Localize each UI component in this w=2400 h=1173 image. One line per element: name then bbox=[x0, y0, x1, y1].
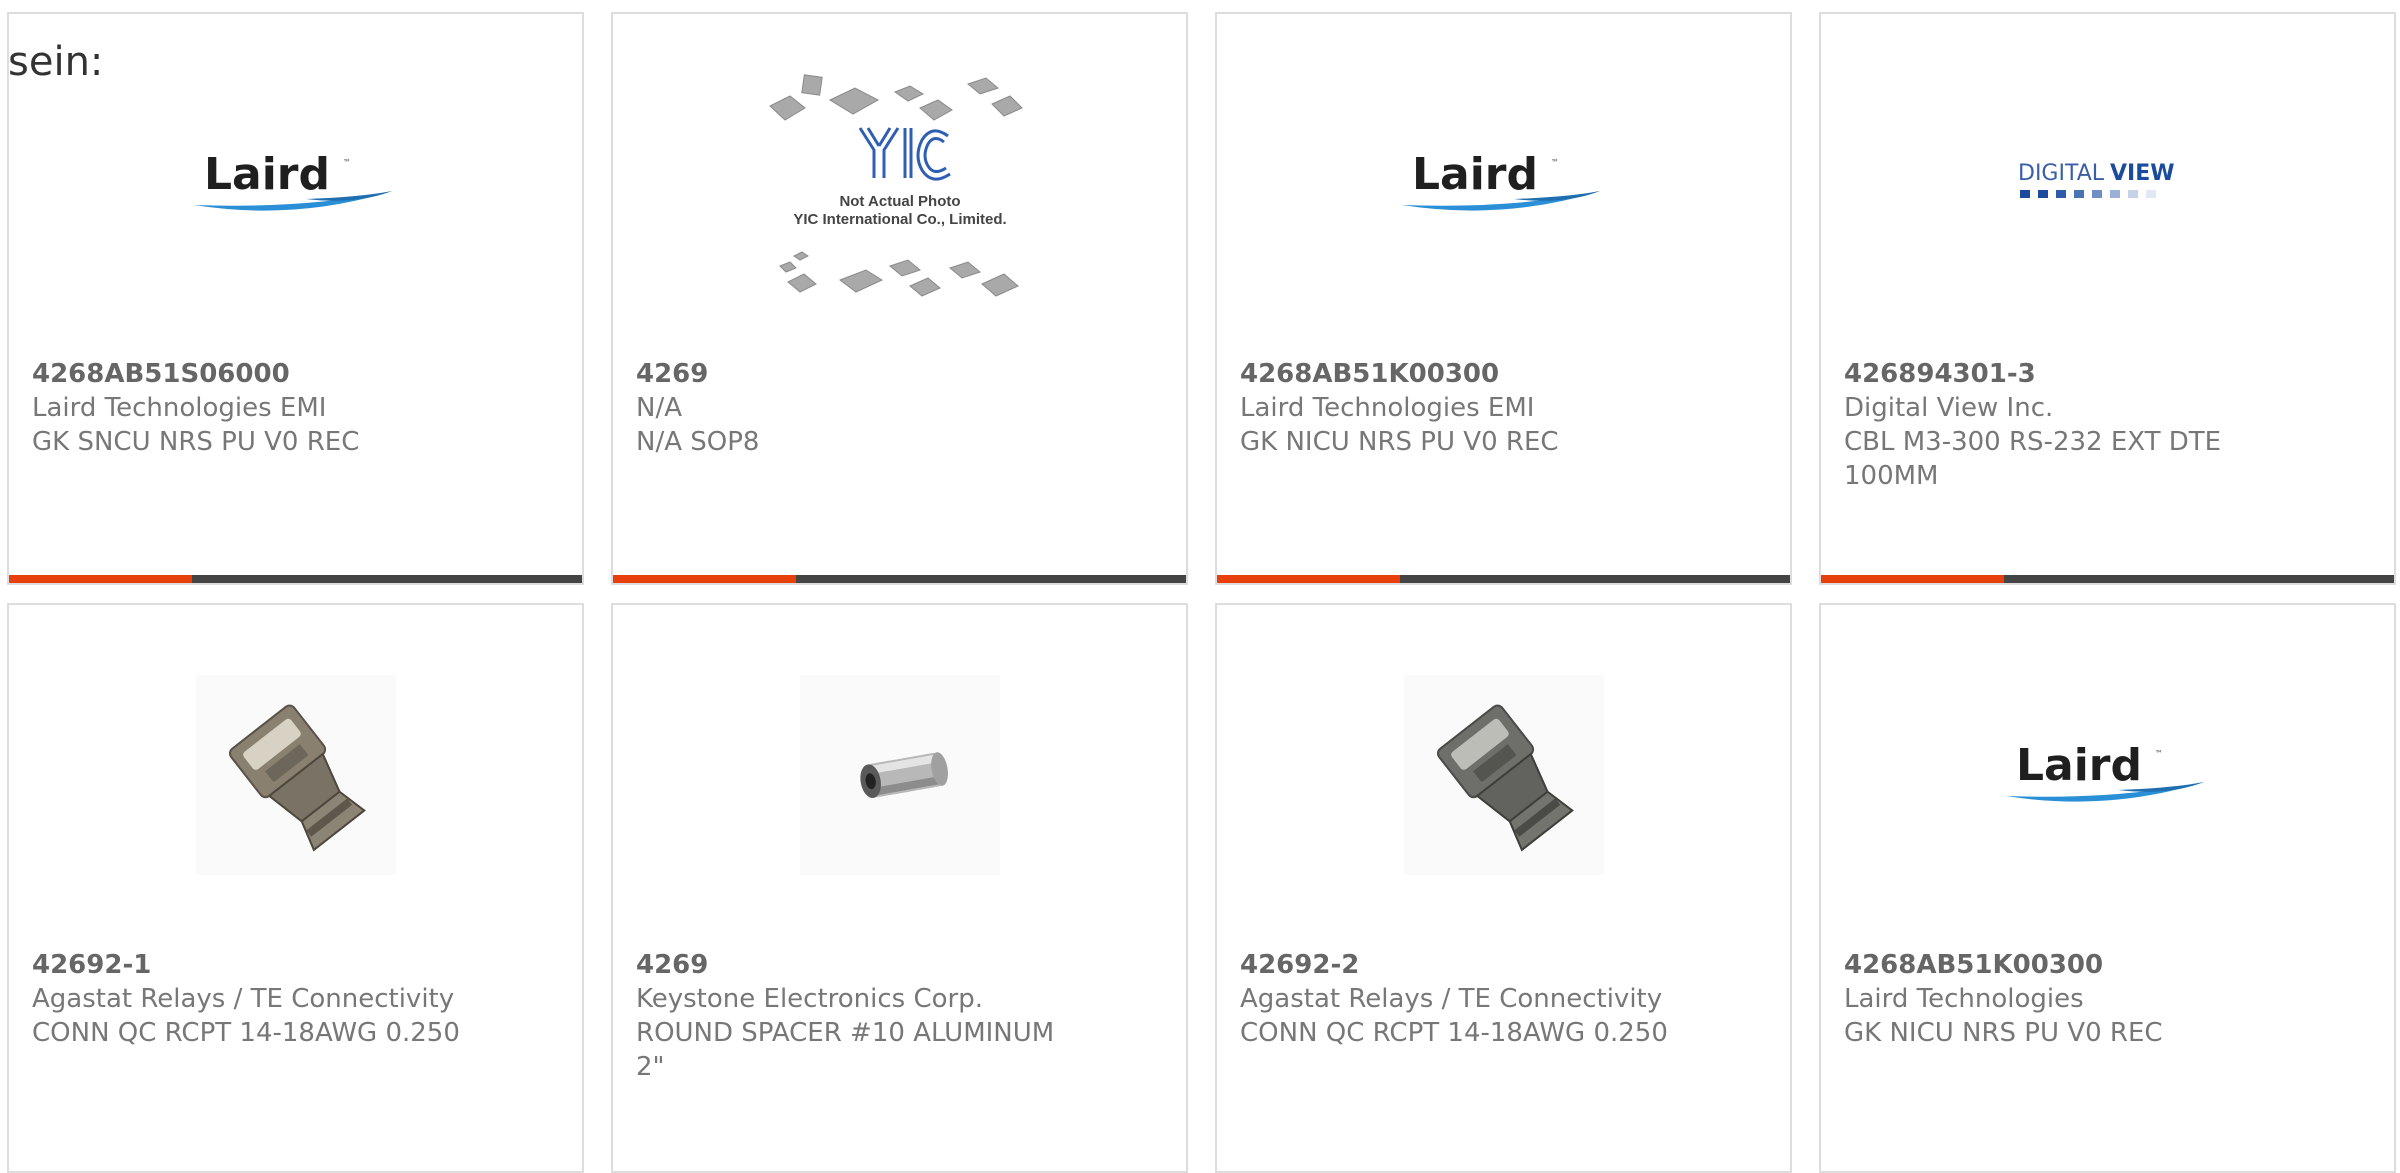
part-number[interactable]: 4268AB51K00300 bbox=[1240, 357, 1670, 391]
manufacturer: Laird Technologies EMI bbox=[32, 393, 327, 423]
manufacturer: Digital View Inc. bbox=[1844, 393, 2054, 423]
svg-text:™: ™ bbox=[1551, 158, 1559, 167]
description: CONN QC RCPT 14-18AWG 0.250 bbox=[32, 1018, 460, 1048]
description: CBL M3-300 RS-232 EXT DTE 100MM bbox=[1844, 427, 2222, 491]
card-accent-bar bbox=[1217, 575, 1400, 583]
product-card[interactable]: 42692-2 Agastat Relays / TE Connectivity… bbox=[1215, 603, 1792, 1173]
manufacturer: Keystone Electronics Corp. bbox=[636, 984, 984, 1014]
card-accent-bar bbox=[613, 575, 796, 583]
digitalview-logo: DIGITAL VIEW bbox=[1821, 66, 2394, 302]
description: GK NICU NRS PU V0 REC bbox=[1240, 427, 1559, 457]
product-card[interactable]: 4269 Keystone Electronics Corp. ROUND SP… bbox=[611, 603, 1188, 1173]
card-bottom-bar bbox=[1821, 575, 2394, 583]
product-card[interactable]: Laird ™ 4268AB51S06000 Laird Technologie… bbox=[7, 12, 584, 585]
product-info: 42692-1 Agastat Relays / TE Connectivity… bbox=[32, 948, 462, 1050]
svg-text:Laird: Laird bbox=[2016, 740, 2142, 791]
laird-logo: Laird ™ bbox=[1217, 66, 1790, 302]
description: GK NICU NRS PU V0 REC bbox=[1844, 1018, 2163, 1048]
part-number[interactable]: 426894301-3 bbox=[1844, 357, 2274, 391]
product-info: 4268AB51K00300 Laird Technologies GK NIC… bbox=[1844, 948, 2274, 1050]
product-info: 426894301-3 Digital View Inc. CBL M3-300… bbox=[1844, 357, 2274, 493]
description: GK SNCU NRS PU V0 REC bbox=[32, 427, 360, 457]
part-number[interactable]: 42692-2 bbox=[1240, 948, 1670, 982]
round-spacer-photo bbox=[613, 657, 1186, 893]
card-accent-bar bbox=[1821, 575, 2004, 583]
svg-text:™: ™ bbox=[2155, 749, 2163, 758]
product-card[interactable]: DIGITAL VIEW 426894301-3 Digital View In… bbox=[1819, 12, 2396, 585]
part-number[interactable]: 4268AB51S06000 bbox=[32, 357, 462, 391]
laird-logo: Laird ™ bbox=[1821, 657, 2394, 893]
qc-receptacle-photo bbox=[1217, 657, 1790, 893]
product-info: 4269 N/A N/A SOP8 bbox=[636, 357, 1066, 459]
yic-placeholder-image: Not Actual Photo YIC International Co., … bbox=[613, 66, 1186, 302]
product-card[interactable]: 42692-1 Agastat Relays / TE Connectivity… bbox=[7, 603, 584, 1173]
product-card[interactable]: Not Actual Photo YIC International Co., … bbox=[611, 12, 1188, 585]
svg-text:YIC International Co., Limited: YIC International Co., Limited. bbox=[793, 211, 1006, 228]
product-info: 4268AB51S06000 Laird Technologies EMI GK… bbox=[32, 357, 462, 459]
card-bottom-bar bbox=[9, 575, 582, 583]
manufacturer: Laird Technologies EMI bbox=[1240, 393, 1535, 423]
svg-text:Laird: Laird bbox=[1412, 149, 1538, 200]
description: ROUND SPACER #10 ALUMINUM 2" bbox=[636, 1018, 1055, 1082]
section-heading: sein: bbox=[8, 39, 104, 85]
svg-text:™: ™ bbox=[343, 158, 351, 167]
description: N/A SOP8 bbox=[636, 427, 760, 457]
card-bottom-bar bbox=[613, 575, 1186, 583]
product-info: 4269 Keystone Electronics Corp. ROUND SP… bbox=[636, 948, 1066, 1084]
svg-text:Laird: Laird bbox=[204, 149, 330, 200]
manufacturer: N/A bbox=[636, 393, 682, 423]
part-number[interactable]: 4269 bbox=[636, 948, 1066, 982]
manufacturer: Laird Technologies bbox=[1844, 984, 2084, 1014]
laird-logo: Laird ™ bbox=[9, 66, 582, 302]
svg-text:Not Actual Photo: Not Actual Photo bbox=[839, 193, 960, 210]
part-number[interactable]: 4268AB51K00300 bbox=[1844, 948, 2274, 982]
svg-text:VIEW: VIEW bbox=[2110, 161, 2175, 186]
product-info: 4268AB51K00300 Laird Technologies EMI GK… bbox=[1240, 357, 1670, 459]
description: CONN QC RCPT 14-18AWG 0.250 bbox=[1240, 1018, 1668, 1048]
product-grid: Laird ™ 4268AB51S06000 Laird Technologie… bbox=[0, 0, 2400, 1173]
qc-receptacle-photo bbox=[9, 657, 582, 893]
part-number[interactable]: 4269 bbox=[636, 357, 1066, 391]
part-number[interactable]: 42692-1 bbox=[32, 948, 462, 982]
manufacturer: Agastat Relays / TE Connectivity bbox=[32, 984, 455, 1014]
card-accent-bar bbox=[9, 575, 192, 583]
manufacturer: Agastat Relays / TE Connectivity bbox=[1240, 984, 1663, 1014]
product-card[interactable]: Laird ™ 4268AB51K00300 Laird Technologie… bbox=[1819, 603, 2396, 1173]
card-bottom-bar bbox=[1217, 575, 1790, 583]
svg-text:DIGITAL: DIGITAL bbox=[2018, 161, 2105, 186]
product-card[interactable]: Laird ™ 4268AB51K00300 Laird Technologie… bbox=[1215, 12, 1792, 585]
product-info: 42692-2 Agastat Relays / TE Connectivity… bbox=[1240, 948, 1670, 1050]
